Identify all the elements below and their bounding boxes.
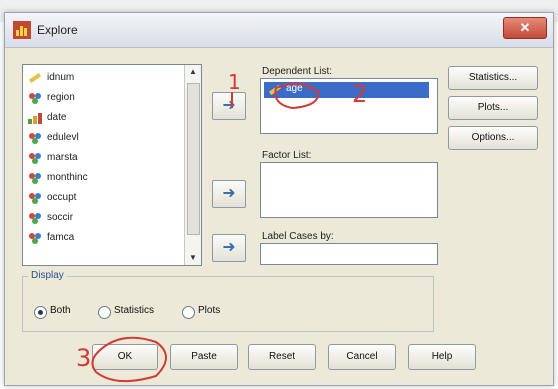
spss-app-icon — [13, 21, 31, 39]
nominal-icon — [29, 233, 41, 244]
options-button[interactable]: Options... — [448, 126, 538, 150]
reset-button[interactable]: Reset — [248, 344, 316, 370]
help-button[interactable]: Help — [408, 344, 476, 370]
cancel-button[interactable]: Cancel — [328, 344, 396, 370]
radio-dot[interactable] — [34, 306, 47, 319]
variable-label: famca — [47, 232, 75, 243]
selected-dependent-item[interactable]: age — [264, 82, 429, 98]
scroll-thumb[interactable] — [187, 83, 200, 235]
nominal-icon — [29, 133, 41, 144]
variable-label: monthinc — [47, 172, 88, 183]
variable-label: soccir — [47, 212, 74, 223]
variable-label: marsta — [47, 152, 78, 163]
nominal-icon — [29, 93, 41, 104]
ruler-icon — [28, 72, 42, 84]
radio-label: Statistics — [114, 305, 155, 316]
title-bar: Explore ✕ — [5, 13, 553, 48]
variable-list[interactable]: idnum region date edulevl marsta monthin… — [22, 64, 202, 266]
paste-button[interactable]: Paste — [170, 344, 238, 370]
radio-label: Both — [50, 305, 71, 316]
close-button[interactable]: ✕ — [503, 17, 547, 39]
scroll-down-icon[interactable]: ▼ — [185, 251, 201, 265]
ordinal-icon — [28, 113, 42, 124]
move-to-dependent-button[interactable]: ➜ — [212, 92, 246, 120]
ruler-icon — [268, 84, 282, 96]
arrow-right-icon: ➜ — [222, 239, 236, 256]
nominal-icon — [29, 213, 41, 224]
annotation-number-1: 1 — [228, 70, 241, 94]
vertical-scrollbar[interactable]: ▲ ▼ — [184, 65, 201, 265]
variable-label: date — [47, 112, 67, 123]
dependent-list-label: Dependent List: — [262, 66, 333, 77]
radio-dot[interactable] — [182, 306, 195, 319]
nominal-icon — [29, 153, 41, 164]
window-title: Explore — [37, 23, 78, 37]
dependent-item-label: age — [286, 83, 303, 94]
display-group — [22, 276, 434, 332]
nominal-icon — [29, 193, 41, 204]
move-to-factor-button[interactable]: ➜ — [212, 180, 246, 208]
label-cases-field[interactable] — [260, 243, 438, 265]
ok-button[interactable]: OK — [92, 344, 158, 370]
radio-label: Plots — [198, 305, 221, 316]
arrow-right-icon: ➜ — [222, 185, 236, 202]
plots-button[interactable]: Plots... — [448, 96, 538, 120]
radio-dot[interactable] — [98, 306, 111, 319]
variable-label: idnum — [47, 72, 75, 83]
annotation-number-2: 2 — [352, 80, 368, 108]
move-to-label-cases-button[interactable]: ➜ — [212, 234, 246, 262]
factor-list-label: Factor List: — [262, 150, 312, 161]
statistics-button[interactable]: Statistics... — [448, 66, 538, 90]
arrow-left-icon: ➜ — [222, 97, 236, 114]
display-group-label: Display — [28, 270, 67, 281]
factor-list[interactable] — [260, 162, 438, 218]
annotation-number-3: 3 — [76, 344, 92, 372]
variable-label: edulevl — [47, 132, 79, 143]
variable-label: region — [47, 92, 75, 103]
variable-label: occupt — [47, 192, 77, 203]
nominal-icon — [29, 173, 41, 184]
label-cases-label: Label Cases by: — [262, 231, 334, 242]
scroll-up-icon[interactable]: ▲ — [185, 65, 201, 79]
dependent-list[interactable]: age — [260, 78, 438, 134]
